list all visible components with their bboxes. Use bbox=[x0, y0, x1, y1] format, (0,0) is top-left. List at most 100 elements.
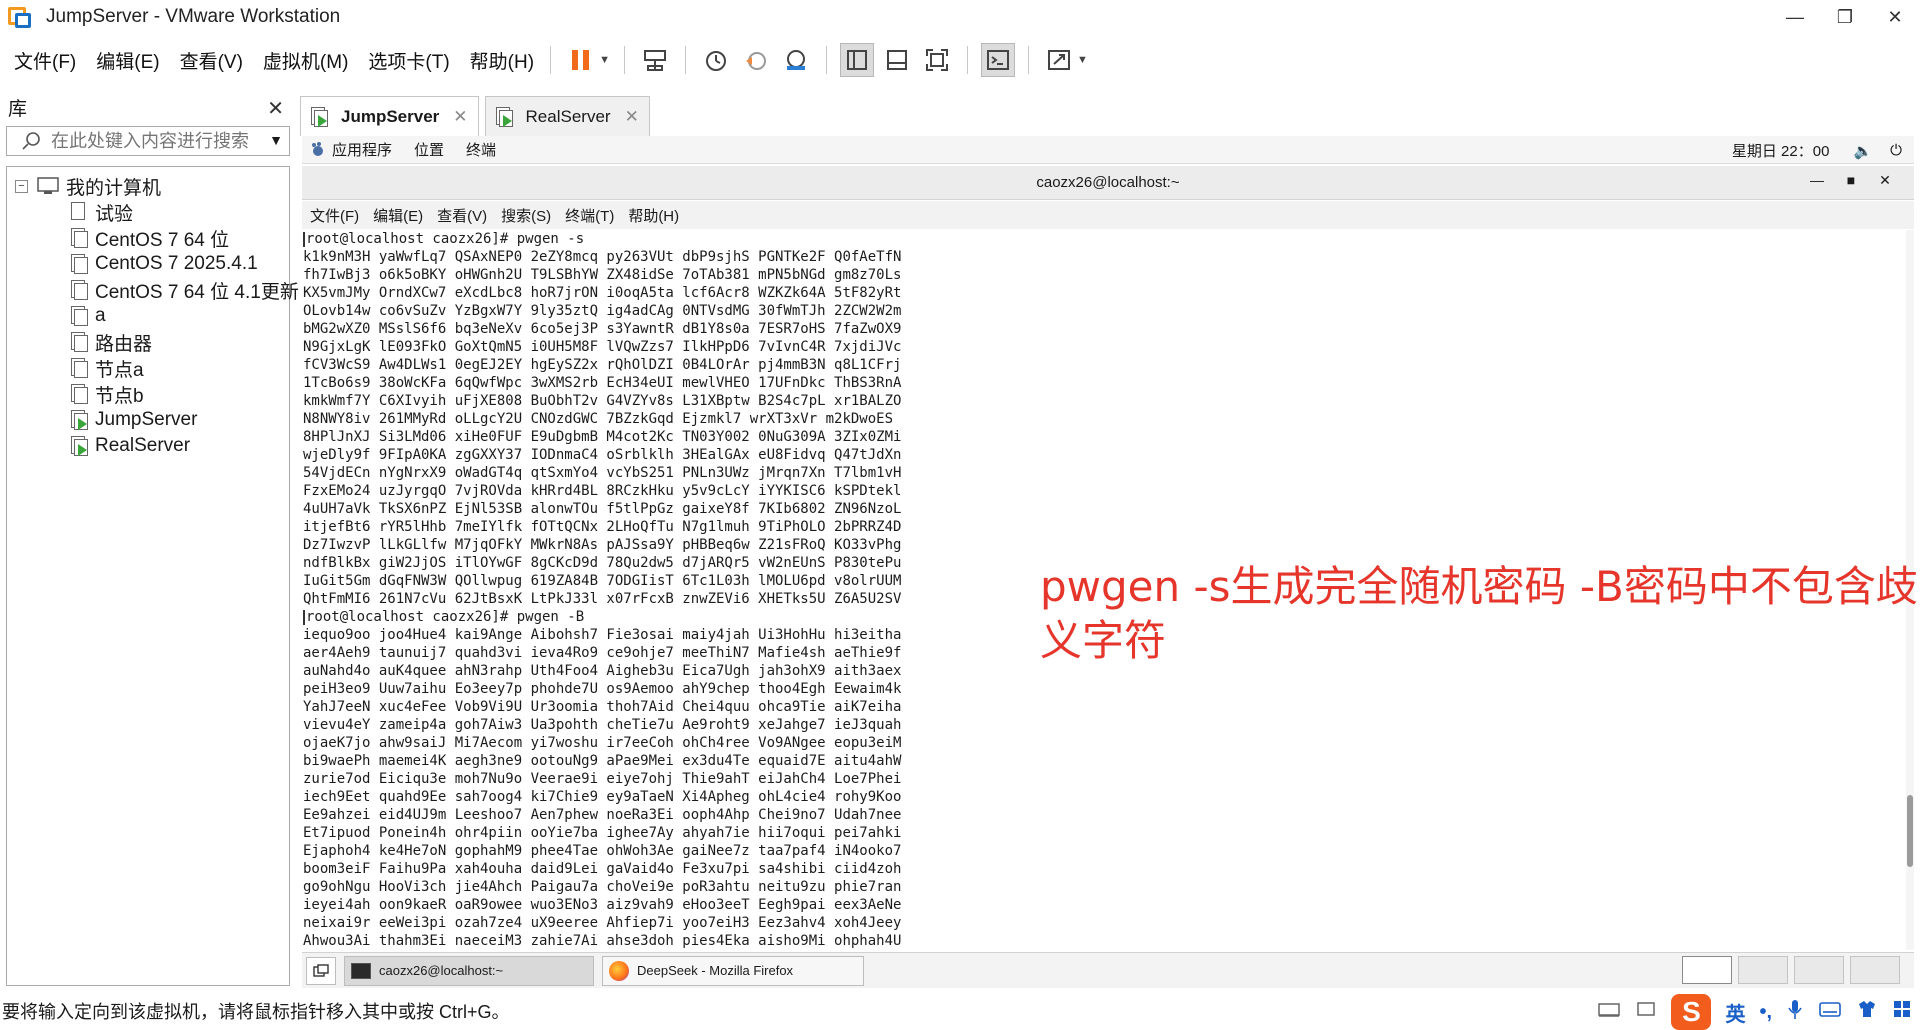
device-icon[interactable] bbox=[1597, 999, 1621, 1025]
scrollbar-thumb[interactable] bbox=[1907, 795, 1913, 867]
taskbar-terminal[interactable]: caozx26@localhost:~ bbox=[344, 955, 594, 986]
tab-jumpserver[interactable]: JumpServer ✕ bbox=[300, 96, 479, 136]
thumbnail-bar-icon[interactable] bbox=[880, 43, 914, 77]
console-view-icon[interactable] bbox=[980, 43, 1015, 77]
full-screen-icon[interactable] bbox=[920, 43, 954, 77]
show-desktop-icon[interactable] bbox=[306, 956, 336, 985]
minimize-button[interactable]: — bbox=[1800, 172, 1834, 189]
toolbox-icon[interactable] bbox=[1892, 999, 1912, 1025]
menu-tabs[interactable]: 选项卡(T) bbox=[368, 47, 449, 74]
status-bar: 要将输入定向到该虚拟机，请将鼠标指针移入其中或按 Ctrl+G。 S 英 •, bbox=[0, 992, 1920, 1030]
tree-item-vm[interactable]: 路由器 bbox=[7, 329, 289, 355]
search-input[interactable] bbox=[51, 130, 261, 152]
vm-icon bbox=[71, 384, 89, 404]
maximize-button[interactable]: ■ bbox=[1834, 172, 1868, 189]
power-icon[interactable]: ⏻ bbox=[1890, 142, 1902, 159]
terminal-line-text: ieyei4ah oon9kaeR oaR9owee wuo3ENo3 aiz9… bbox=[303, 897, 902, 913]
search-icon bbox=[22, 132, 40, 150]
collapse-icon[interactable]: − bbox=[15, 179, 28, 193]
terminal-line-text: YahJ7eeN xuc4eFee Vob9Vi9U Ur3oomia thoh… bbox=[303, 699, 902, 715]
terminal-menu-search[interactable]: 搜索(S) bbox=[501, 205, 551, 226]
menu-vm[interactable]: 虚拟机(M) bbox=[263, 47, 348, 74]
minimize-button[interactable]: — bbox=[1770, 0, 1820, 34]
pause-icon[interactable] bbox=[564, 43, 598, 77]
places-menu[interactable]: 位置 bbox=[414, 139, 444, 160]
menu-view[interactable]: 查看(V) bbox=[180, 47, 243, 74]
vm-icon bbox=[71, 228, 89, 248]
menu-help[interactable]: 帮助(H) bbox=[470, 47, 534, 74]
close-icon[interactable]: ✕ bbox=[453, 107, 467, 127]
terminal-line: bMG2wXZ0 MSslS6f6 bq3eNeXv 6co5ej3P s3Ya… bbox=[302, 320, 1906, 338]
tree-item-vm-running[interactable]: JumpServer bbox=[7, 407, 289, 433]
taskbar-firefox[interactable]: DeepSeek - Mozilla Firefox bbox=[602, 955, 864, 986]
microphone-icon[interactable] bbox=[1786, 998, 1804, 1026]
terminal-line-text: neixai9r eeWei3pi ozah7ze4 uX9eeree Ahfi… bbox=[303, 915, 902, 931]
terminal-line-text: zurie7od Eiciqu3e moh7Nu9o Veerae9i eiye… bbox=[303, 771, 902, 787]
workspace-2[interactable] bbox=[1738, 956, 1788, 984]
terminal-menu-file[interactable]: 文件(F) bbox=[310, 205, 359, 226]
show-library-icon[interactable] bbox=[839, 43, 874, 77]
terminal-line: itjefBt6 rYR5lHhb 7meIYlfk fOTtQCNx 2LHo… bbox=[302, 518, 1906, 536]
terminal-line: vievu4eY zameip4a goh7Aiw3 Ua3pohth cheT… bbox=[302, 716, 1906, 734]
clock[interactable]: 星期日 22：00 bbox=[1732, 140, 1830, 161]
stretch-guest-icon[interactable] bbox=[1042, 43, 1076, 77]
tree-item-vm[interactable]: CentOS 7 2025.4.1 bbox=[7, 251, 289, 277]
tree-item-vm[interactable]: 节点b bbox=[7, 381, 289, 407]
tree-item-vm[interactable]: 节点a bbox=[7, 355, 289, 381]
terminal-titlebar: caozx26@localhost:~ — ■ ✕ bbox=[302, 166, 1914, 200]
terminal-line: peiH3eo9 Uuw7aihu Eo3eey7p phohde7U os9A… bbox=[302, 680, 1906, 698]
tree-item-vm[interactable]: a bbox=[7, 303, 289, 329]
display-icon[interactable] bbox=[1635, 999, 1657, 1025]
revert-snapshot-icon[interactable] bbox=[739, 43, 773, 77]
chevron-down-icon[interactable]: ▼ bbox=[1077, 54, 1088, 66]
workspace-1[interactable] bbox=[1682, 956, 1732, 984]
terminal-menu-edit[interactable]: 编辑(E) bbox=[373, 205, 423, 226]
ime-punctuation[interactable]: •, bbox=[1759, 1001, 1772, 1024]
terminal-line-text: N9GjxLgK lE093FkO GoXtQmN5 i0UH5M8F lVQw… bbox=[303, 339, 902, 355]
vm-tabs: JumpServer ✕ RealServer ✕ bbox=[300, 96, 656, 136]
title-bar: JumpServer - VMware Workstation — ❐ ✕ bbox=[0, 0, 1920, 34]
keyboard-icon[interactable] bbox=[1818, 1000, 1842, 1024]
maximize-button[interactable]: ❐ bbox=[1820, 0, 1870, 34]
status-message: 要将输入定向到该虚拟机，请将鼠标指针移入其中或按 Ctrl+G。 bbox=[2, 1002, 510, 1022]
chevron-down-icon[interactable]: ▼ bbox=[599, 54, 610, 66]
snapshot-icon[interactable] bbox=[699, 43, 733, 77]
terminal-menu-help[interactable]: 帮助(H) bbox=[628, 205, 679, 226]
ime-language[interactable]: 英 bbox=[1725, 998, 1745, 1027]
applications-menu[interactable]: 应用程序 bbox=[310, 139, 392, 160]
terminal-line: Ahwou3Ai thahm3Ei naeceiM3 zahie7Ai ahse… bbox=[302, 932, 1906, 950]
tree-item-vm-running[interactable]: RealServer bbox=[7, 433, 289, 459]
close-button[interactable]: ✕ bbox=[1868, 172, 1902, 189]
folder-icon bbox=[71, 202, 89, 222]
tree-item-folder[interactable]: 试验 bbox=[7, 199, 289, 225]
terminal-line-text: wjeDly9f 9FIpA0KA zgGXXY37 IODnmaC4 oSrb… bbox=[303, 447, 902, 463]
terminal-window-controls: — ■ ✕ bbox=[1800, 172, 1902, 189]
terminal-line-text: N8NWY8iv 261MMyRd oLLgcY2U CNOzdGWC 7BZz… bbox=[303, 411, 894, 427]
terminal-menu-terminal[interactable]: 终端(T) bbox=[565, 205, 614, 226]
terminal-menu-view[interactable]: 查看(V) bbox=[437, 205, 487, 226]
vm-icon bbox=[71, 306, 89, 326]
terminal-line: k1k9nM3H yaWwfLq7 QSAxNEP0 2eZY8mcq py26… bbox=[302, 248, 1906, 266]
terminal-line-text: 8HPlJnXJ Si3LMd06 xiHe0FUF E9uDgbmB M4co… bbox=[303, 429, 902, 445]
library-search[interactable]: ▼ bbox=[6, 126, 290, 156]
workspace-4[interactable] bbox=[1850, 956, 1900, 984]
send-ctrl-alt-del-icon[interactable] bbox=[638, 43, 672, 77]
terminal-menu[interactable]: 终端 bbox=[466, 139, 496, 160]
sogou-ime-icon[interactable]: S bbox=[1671, 994, 1712, 1030]
volume-icon[interactable]: 🔈 bbox=[1853, 142, 1872, 160]
tree-item-vm[interactable]: CentOS 7 64 位 4.1更新 bbox=[7, 277, 299, 303]
terminal-line-text: ndfBlkBx giW2JjOS iTlOYwGF 8gCKcD9d 78Qu… bbox=[303, 555, 902, 571]
menu-file[interactable]: 文件(F) bbox=[14, 47, 76, 74]
close-button[interactable]: ✕ bbox=[1870, 0, 1920, 34]
tree-item-vm[interactable]: CentOS 7 64 位 bbox=[7, 225, 289, 251]
skin-icon[interactable] bbox=[1856, 999, 1878, 1025]
prompt-bracket bbox=[303, 609, 305, 625]
tree-root-my-computer[interactable]: − 我的计算机 bbox=[7, 173, 289, 199]
tab-realserver[interactable]: RealServer ✕ bbox=[484, 96, 650, 136]
chevron-down-icon[interactable]: ▼ bbox=[269, 132, 283, 148]
snapshot-manager-icon[interactable] bbox=[779, 43, 813, 77]
menu-edit[interactable]: 编辑(E) bbox=[96, 47, 159, 74]
workspace-3[interactable] bbox=[1794, 956, 1844, 984]
close-icon[interactable]: ✕ bbox=[625, 107, 639, 127]
close-icon[interactable]: ✕ bbox=[267, 96, 284, 121]
